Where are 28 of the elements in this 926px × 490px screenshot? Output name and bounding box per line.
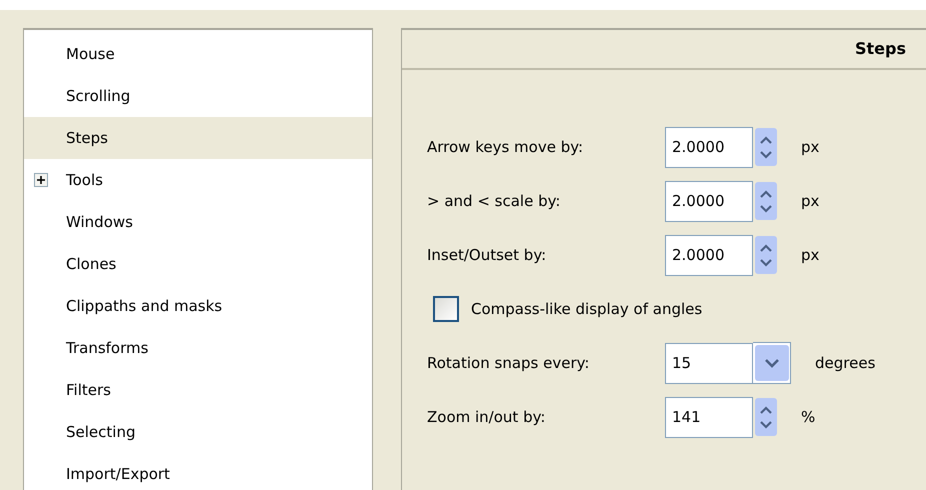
panel-title: Steps [855,38,906,60]
input-field[interactable]: 2.0000 [665,180,753,222]
sidebar-item[interactable]: Mouse [24,33,372,75]
setting-label: Zoom in/out by: [427,406,546,428]
unit-label: px [801,136,820,158]
unit-label: px [801,244,820,266]
sidebar-item[interactable]: Tools [24,159,372,201]
input-field[interactable]: 2.0000 [665,234,753,276]
setting-label: Inset/Outset by: [427,244,548,266]
sidebar-item[interactable]: Windows [24,201,372,243]
sidebar-item[interactable]: Steps [24,117,372,159]
setting-label: > and < scale by: [427,190,562,212]
sidebar-item[interactable]: Scrolling [24,75,372,117]
checkbox-label: Compass-like display of angles [471,298,702,320]
sidebar-item[interactable]: Selecting [24,411,372,453]
unit-label: % [801,406,816,428]
setting-label: Rotation snaps every: [427,352,590,374]
sidebar-item[interactable]: Import/Export [24,453,372,490]
unit-label: px [801,190,820,212]
input-field[interactable]: 2.0000 [665,126,753,168]
input-field[interactable]: 15 [665,342,753,384]
setting-label: Arrow keys move by: [427,136,584,158]
sidebar-item[interactable]: Clones [24,243,372,285]
sidebar-item[interactable]: Filters [24,369,372,411]
unit-label: degrees [815,352,876,374]
input-field[interactable]: 141 [665,396,753,438]
sidebar-item[interactable]: Clippaths and masks [24,285,372,327]
sidebar-item[interactable]: Transforms [24,327,372,369]
